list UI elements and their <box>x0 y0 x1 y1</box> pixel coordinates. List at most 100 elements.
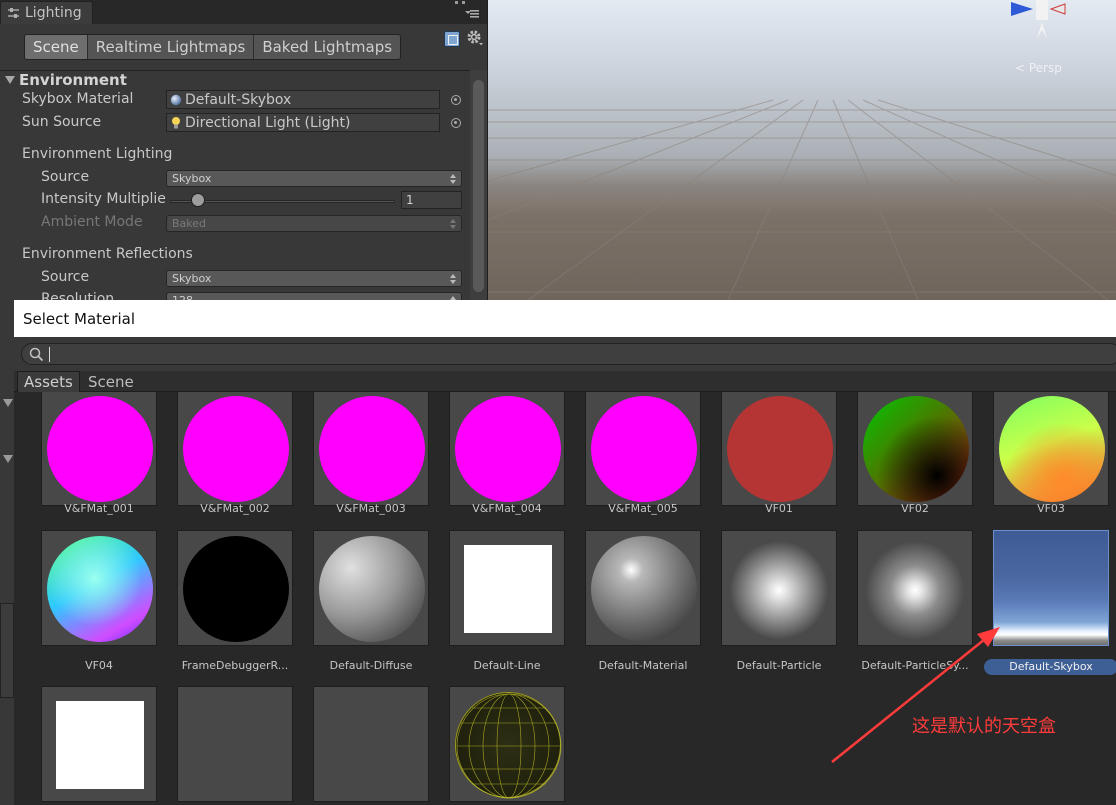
material-preview[interactable] <box>857 530 973 646</box>
material-item-label: Default-Material <box>598 659 688 672</box>
env-lighting-source-value: Skybox <box>172 172 212 185</box>
tab-baked-lightmaps[interactable]: Baked Lightmaps <box>254 35 401 59</box>
material-preview[interactable] <box>313 530 429 646</box>
material-item-label: VF02 <box>901 502 929 515</box>
intensity-multiplier-label: Intensity Multiplie <box>41 191 166 207</box>
skybox-material-value: Default-Skybox <box>185 91 292 108</box>
lighting-toolbar: Scene Realtime Lightmaps Baked Lightmaps <box>0 24 487 70</box>
material-preview[interactable] <box>449 392 565 506</box>
material-preview[interactable] <box>177 530 293 646</box>
material-sphere-preview <box>591 396 697 502</box>
screen: { "lighting": { "tab_title": "Lighting",… <box>0 0 1116 805</box>
material-preview[interactable] <box>41 530 157 646</box>
lighting-tab-label: Lighting <box>25 5 82 21</box>
help-book-icon[interactable] <box>444 31 460 47</box>
sun-source-field[interactable]: Directional Light (Light) <box>166 113 440 132</box>
gear-icon[interactable] <box>466 29 484 47</box>
ambient-mode-dropdown: Baked <box>166 215 462 232</box>
sun-source-value: Directional Light (Light) <box>185 114 351 131</box>
intensity-value-field[interactable]: 1 <box>401 191 462 209</box>
material-sphere-preview <box>727 396 833 502</box>
material-item-label: VF04 <box>85 659 113 672</box>
env-lighting-source-label: Source <box>41 169 90 185</box>
material-sphere-preview <box>999 396 1105 502</box>
env-reflections-source-dropdown[interactable]: Skybox <box>166 270 462 287</box>
white-square-preview <box>56 701 144 789</box>
material-preview[interactable] <box>721 530 837 646</box>
material-sphere-icon <box>170 94 182 105</box>
material-preview[interactable] <box>449 530 565 646</box>
material-item-label: FrameDebuggerR... <box>181 659 289 672</box>
environment-lighting-header: Environment Lighting <box>22 146 173 162</box>
material-sphere-preview <box>455 692 562 799</box>
material-sphere-preview <box>319 396 425 502</box>
ambient-mode-value: Baked <box>172 217 207 230</box>
perspective-label[interactable]: < Persp <box>1015 61 1062 75</box>
lighting-mode-tabs: Scene Realtime Lightmaps Baked Lightmaps <box>24 34 402 60</box>
search-icon <box>29 347 44 362</box>
dropdown-arrows-icon <box>450 274 456 284</box>
foldout-arrow-icon <box>0 395 14 411</box>
window-menu-icon[interactable] <box>452 0 482 22</box>
material-preview[interactable] <box>177 392 293 506</box>
material-sphere-preview <box>319 536 425 642</box>
material-item-label: V&FMat_003 <box>336 502 406 515</box>
search-bar-area <box>14 337 1116 371</box>
dialog-title: Select Material <box>14 300 1116 337</box>
tab-scene[interactable]: Scene <box>25 35 88 59</box>
env-reflections-source-label: Source <box>41 269 90 285</box>
material-preview[interactable] <box>857 392 973 506</box>
material-item-label: V&FMat_004 <box>472 502 542 515</box>
skybox-material-field[interactable]: Default-Skybox <box>166 90 440 109</box>
skybox-material-label: Skybox Material <box>22 91 134 107</box>
light-bulb-icon <box>172 116 180 128</box>
material-preview[interactable] <box>721 392 837 506</box>
lighting-scrollbar-thumb[interactable] <box>473 80 484 292</box>
material-sphere-preview <box>591 536 697 642</box>
environment-reflections-header: Environment Reflections <box>22 246 193 262</box>
text-caret <box>49 347 50 362</box>
tab-realtime-lightmaps[interactable]: Realtime Lightmaps <box>87 35 255 59</box>
material-preview[interactable] <box>993 392 1109 506</box>
sun-source-label: Sun Source <box>22 114 102 130</box>
tab-scene-objects[interactable]: Scene <box>82 371 140 392</box>
material-preview[interactable] <box>177 686 293 802</box>
material-sphere-preview <box>455 396 561 502</box>
material-preview[interactable] <box>313 392 429 506</box>
ambient-mode-label: Ambient Mode <box>41 214 143 230</box>
material-item-label: Default-Skybox <box>984 659 1116 675</box>
material-preview[interactable] <box>585 392 701 506</box>
material-item-label: V&FMat_001 <box>64 502 134 515</box>
tab-assets[interactable]: Assets <box>17 371 80 392</box>
material-item-label: Default-ParticleSy... <box>861 659 969 672</box>
foldout-arrow-icon <box>0 451 14 467</box>
search-input[interactable] <box>21 343 1116 365</box>
foldout-arrow-icon <box>5 76 15 84</box>
material-preview[interactable] <box>585 530 701 646</box>
sun-source-picker-icon[interactable] <box>451 118 461 128</box>
material-item-label: VF03 <box>1037 502 1065 515</box>
hidden-panel-edge <box>0 603 14 698</box>
environment-section-header[interactable]: Environment <box>0 70 470 89</box>
material-preview[interactable] <box>313 686 429 802</box>
env-lighting-source-dropdown[interactable]: Skybox <box>166 170 462 187</box>
material-sphere-preview <box>47 396 153 502</box>
skybox-material-picker-icon[interactable] <box>451 95 461 105</box>
intensity-slider-thumb[interactable] <box>191 193 206 207</box>
dialog-tabs: Assets Scene <box>14 371 1116 456</box>
orientation-gizmo-icon[interactable] <box>993 0 1089 56</box>
environment-header-label: Environment <box>19 71 127 89</box>
scene-view[interactable]: < Persp <box>487 0 1116 300</box>
material-preview[interactable] <box>449 686 565 802</box>
material-item-label: Default-Diffuse <box>329 659 413 672</box>
material-item-label: V&FMat_002 <box>200 502 270 515</box>
white-square-preview <box>464 545 552 633</box>
material-preview[interactable] <box>41 392 157 506</box>
material-sphere-preview <box>183 536 289 642</box>
material-item-label: Default-Line <box>473 659 541 672</box>
material-preview[interactable] <box>993 530 1109 646</box>
lighting-window-tab[interactable]: Lighting <box>0 1 93 24</box>
dropdown-arrows-icon <box>450 219 456 229</box>
material-preview[interactable] <box>41 686 157 802</box>
material-sphere-preview <box>863 396 969 502</box>
